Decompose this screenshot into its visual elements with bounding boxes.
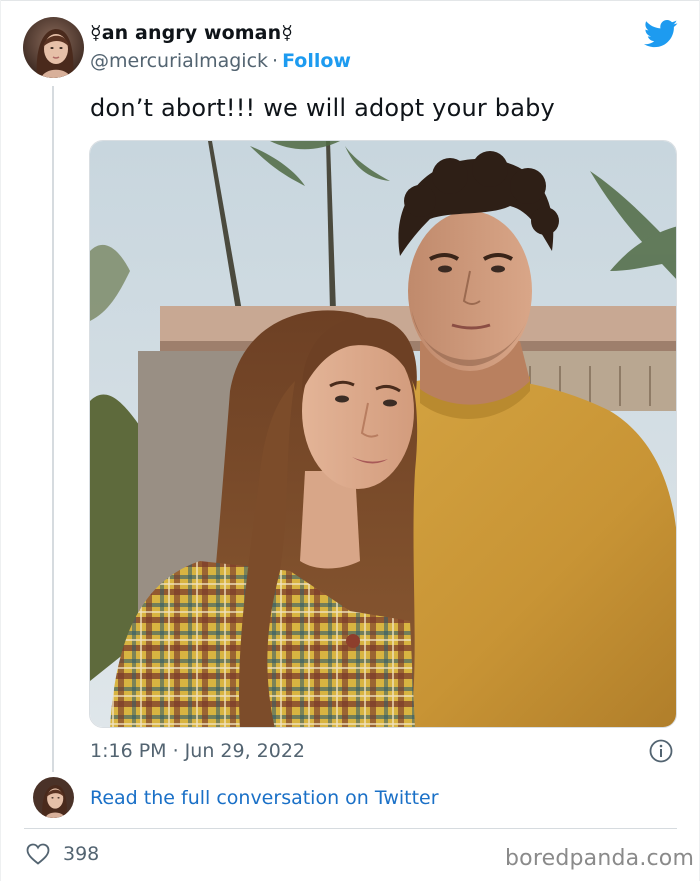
tweet-photo[interactable] <box>89 140 677 728</box>
follow-button[interactable]: Follow <box>282 50 351 72</box>
separator: · <box>272 50 279 72</box>
divider <box>24 828 677 829</box>
tweet-text: don’t abort!!! we will adopt your baby <box>90 94 555 122</box>
frame-border <box>0 0 700 1</box>
timestamp[interactable]: 1:16 PM · Jun 29, 2022 <box>90 740 305 762</box>
avatar[interactable] <box>23 17 84 78</box>
like-count[interactable]: 398 <box>63 843 99 865</box>
read-conversation-link[interactable]: Read the full conversation on Twitter <box>90 787 439 809</box>
reply-avatar[interactable] <box>33 777 74 818</box>
display-name[interactable]: ☿an angry woman☿ <box>90 22 293 44</box>
watermark: boredpanda.com <box>505 846 695 871</box>
handle[interactable]: @mercurialmagick <box>90 50 268 72</box>
heart-icon[interactable] <box>26 843 50 865</box>
tweet-card: ☿an angry woman☿ @mercurialmagick · Follow… <box>0 0 700 881</box>
thread-line <box>52 86 54 772</box>
frame-border <box>0 0 1 881</box>
twitter-bird-icon[interactable] <box>644 19 678 49</box>
handle-row: @mercurialmagick · Follow <box>90 50 351 72</box>
info-icon[interactable] <box>649 739 673 763</box>
